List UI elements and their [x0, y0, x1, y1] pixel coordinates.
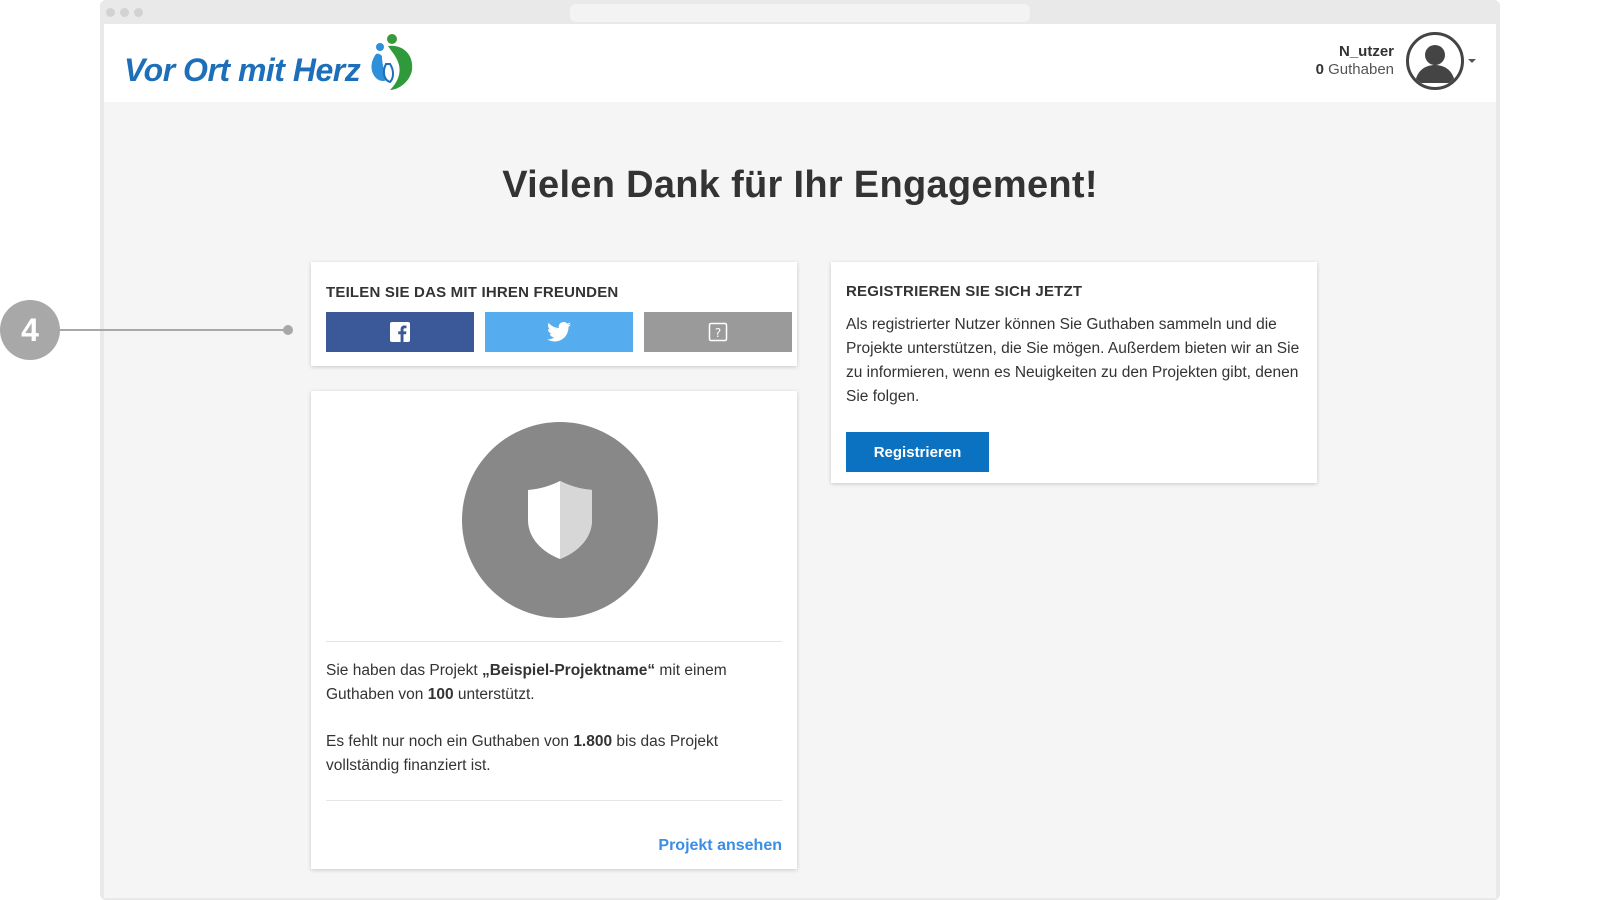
facebook-icon	[390, 322, 410, 342]
register-title: REGISTRIEREN SIE SICH JETZT	[846, 283, 1083, 300]
window-dot	[134, 8, 143, 17]
twitter-share-button[interactable]	[485, 312, 633, 352]
window-controls	[106, 8, 143, 17]
text-segment: unterstützt.	[453, 686, 535, 703]
share-title: TEILEN SIE DAS MIT IHREN FREUNDEN	[326, 284, 619, 301]
chevron-down-icon[interactable]	[1468, 59, 1476, 63]
site-header: Vor Ort mit Herz N_utzer 0 Guthaben	[104, 24, 1496, 102]
question-icon: ?	[708, 322, 728, 342]
site-logo[interactable]: Vor Ort mit Herz	[124, 32, 420, 92]
annotation-line	[60, 329, 287, 331]
annotation-marker: 4	[0, 300, 60, 360]
funding-remaining: Es fehlt nur noch ein Guthaben von 1.800…	[326, 730, 786, 778]
support-summary: Sie haben das Projekt „Beispiel-Projektn…	[326, 659, 786, 707]
project-name: „Beispiel-Projektname“	[481, 662, 656, 679]
view-project-link[interactable]: Projekt ansehen	[658, 837, 782, 855]
twitter-icon	[547, 322, 571, 342]
text-segment: Es fehlt nur noch ein Guthaben von	[326, 733, 574, 750]
divider	[326, 800, 782, 801]
page-viewport: Vor Ort mit Herz N_utzer 0 Guthaben Viel…	[104, 24, 1496, 898]
divider	[326, 641, 782, 642]
window-dot	[120, 8, 129, 17]
amount-missing: 1.800	[573, 733, 613, 750]
project-card: Sie haben das Projekt „Beispiel-Projektn…	[311, 391, 797, 869]
address-bar[interactable]	[570, 4, 1030, 22]
register-button[interactable]: Registrieren	[846, 432, 989, 472]
logo-text: Vor Ort mit Herz	[124, 52, 361, 88]
browser-window: Vor Ort mit Herz N_utzer 0 Guthaben Viel…	[100, 0, 1500, 900]
logo-mark-icon	[371, 34, 413, 90]
other-share-button[interactable]: ?	[644, 312, 792, 352]
shield-icon	[528, 481, 592, 559]
annotation-dot	[283, 325, 293, 335]
project-badge	[462, 422, 658, 618]
share-buttons: ?	[326, 312, 792, 352]
register-text: Als registrierter Nutzer können Sie Guth…	[846, 316, 1300, 405]
user-info: N_utzer 0 Guthaben	[1316, 43, 1394, 79]
credit-amount: 0	[1315, 61, 1324, 78]
share-card: TEILEN SIE DAS MIT IHREN FREUNDEN ?	[311, 262, 797, 366]
user-name: N_utzer	[1338, 43, 1394, 60]
credit-label: Guthaben	[1328, 61, 1394, 78]
page-title: Vielen Dank für Ihr Engagement!	[502, 164, 1098, 206]
text-segment: Sie haben das Projekt	[326, 662, 482, 679]
amount-supported: 100	[427, 686, 454, 703]
user-credit: 0 Guthaben	[1316, 61, 1394, 79]
facebook-share-button[interactable]	[326, 312, 474, 352]
register-card: REGISTRIEREN SIE SICH JETZT Als registri…	[831, 262, 1317, 483]
svg-text:?: ?	[715, 326, 721, 340]
user-icon	[1415, 45, 1455, 83]
user-menu[interactable]: N_utzer 0 Guthaben	[1316, 32, 1476, 90]
window-dot	[106, 8, 115, 17]
avatar[interactable]	[1406, 32, 1464, 90]
